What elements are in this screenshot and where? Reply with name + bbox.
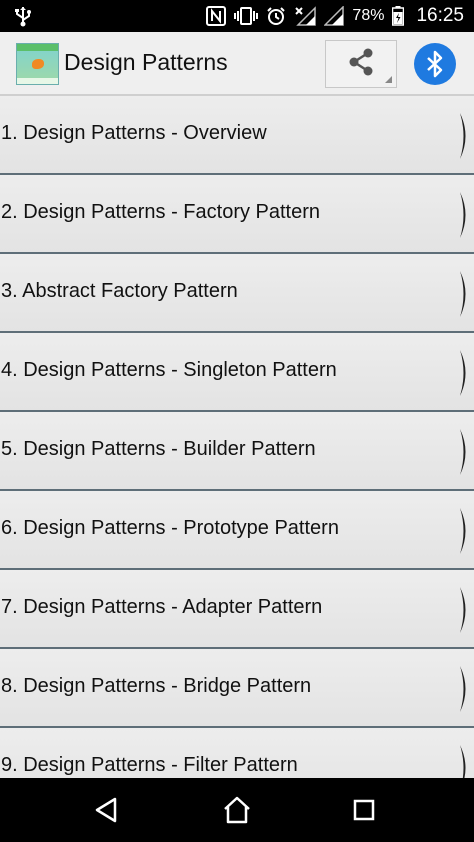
signal-icon bbox=[324, 6, 345, 26]
chevron-right-icon bbox=[460, 666, 466, 712]
back-button[interactable] bbox=[90, 794, 122, 826]
battery-icon bbox=[392, 6, 405, 26]
home-button[interactable] bbox=[221, 794, 253, 826]
app-logo-mark bbox=[32, 59, 44, 69]
list-item-label: 7. Design Patterns - Adapter Pattern bbox=[1, 596, 323, 618]
status-bar: 78% 16:25 bbox=[0, 0, 474, 32]
navigation-bar bbox=[0, 778, 474, 842]
list-item-label: 2. Design Patterns - Factory Pattern bbox=[1, 201, 321, 223]
list-item[interactable]: 8. Design Patterns - Bridge Pattern bbox=[0, 649, 474, 728]
share-icon bbox=[346, 47, 376, 82]
bluetooth-icon bbox=[414, 43, 456, 85]
alarm-icon bbox=[266, 6, 286, 26]
nfc-icon bbox=[206, 6, 227, 26]
action-bar: Design Patterns bbox=[0, 32, 474, 96]
list-item-label: 6. Design Patterns - Prototype Pattern bbox=[1, 517, 339, 539]
chevron-right-icon bbox=[460, 113, 466, 159]
topic-list: 1. Design Patterns - Overview 2. Design … bbox=[0, 96, 474, 778]
usb-icon bbox=[12, 6, 36, 28]
list-item[interactable]: 3. Abstract Factory Pattern bbox=[0, 254, 474, 333]
overflow-indicator bbox=[385, 76, 392, 83]
no-data-signal-icon bbox=[294, 6, 317, 26]
recents-icon bbox=[353, 799, 375, 821]
app-logo-footer bbox=[17, 78, 58, 84]
status-clock: 16:25 bbox=[416, 5, 464, 26]
home-icon bbox=[224, 796, 250, 824]
list-item-label: 5. Design Patterns - Builder Pattern bbox=[1, 438, 316, 460]
list-item-label: 4. Design Patterns - Singleton Pattern bbox=[1, 359, 337, 381]
page-title: Design Patterns bbox=[64, 49, 228, 75]
chevron-right-icon bbox=[460, 350, 466, 396]
chevron-right-icon bbox=[460, 508, 466, 554]
bluetooth-button[interactable] bbox=[400, 40, 470, 88]
chevron-right-icon bbox=[460, 745, 466, 778]
chevron-right-icon bbox=[460, 271, 466, 317]
list-item[interactable]: 1. Design Patterns - Overview bbox=[0, 96, 474, 175]
app-logo bbox=[16, 43, 59, 85]
app-logo-header bbox=[17, 44, 58, 51]
recents-button[interactable] bbox=[348, 794, 380, 826]
list-item[interactable]: 5. Design Patterns - Builder Pattern bbox=[0, 412, 474, 491]
chevron-right-icon bbox=[460, 192, 466, 238]
list-item[interactable]: 6. Design Patterns - Prototype Pattern bbox=[0, 491, 474, 570]
chevron-right-icon bbox=[460, 587, 466, 633]
vibrate-icon bbox=[234, 6, 259, 26]
battery-percent: 78% bbox=[352, 7, 385, 24]
list-item[interactable]: 7. Design Patterns - Adapter Pattern bbox=[0, 570, 474, 649]
list-item-label: 9. Design Patterns - Filter Pattern bbox=[1, 754, 298, 776]
list-item[interactable]: 9. Design Patterns - Filter Pattern bbox=[0, 728, 474, 778]
list-item[interactable]: 2. Design Patterns - Factory Pattern bbox=[0, 175, 474, 254]
list-item-label: 1. Design Patterns - Overview bbox=[1, 122, 267, 144]
list-item[interactable]: 4. Design Patterns - Singleton Pattern bbox=[0, 333, 474, 412]
back-icon bbox=[95, 797, 117, 823]
chevron-right-icon bbox=[460, 429, 466, 475]
list-item-label: 3. Abstract Factory Pattern bbox=[1, 280, 238, 302]
list-item-label: 8. Design Patterns - Bridge Pattern bbox=[1, 675, 312, 697]
share-button[interactable] bbox=[325, 40, 397, 88]
